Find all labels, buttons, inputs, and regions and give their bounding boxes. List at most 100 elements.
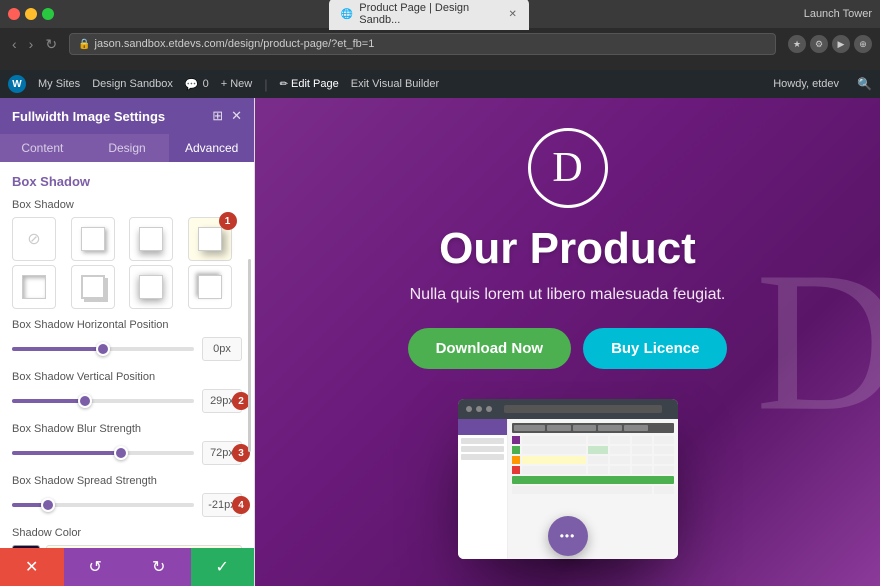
comment-item[interactable]: 💬 0 — [185, 78, 209, 91]
tab-advanced[interactable]: Advanced — [169, 134, 254, 162]
spread-thumb[interactable] — [41, 498, 55, 512]
vertical-thumb[interactable] — [78, 394, 92, 408]
url-text: jason.sandbox.etdevs.com/design/product-… — [95, 38, 375, 50]
forward-button[interactable]: › — [25, 34, 38, 54]
main-area: Fullwidth Image Settings ⊞ ✕ Content Des… — [0, 98, 880, 586]
save-icon: ✓ — [216, 557, 229, 577]
tab-content[interactable]: Content — [0, 134, 85, 162]
traffic-lights — [8, 8, 54, 20]
nav-buttons: ‹ › ↻ — [8, 34, 61, 55]
spread-slider-row: -21px 4 — [12, 493, 242, 517]
sidebar-header: Fullwidth Image Settings ⊞ ✕ — [0, 98, 254, 134]
shadow-preview-4 — [198, 227, 222, 251]
blur-slider-track — [12, 451, 194, 455]
licence-button[interactable]: Buy Licence — [583, 328, 727, 369]
horizontal-label: Box Shadow Horizontal Position — [12, 319, 242, 331]
shadow-preview-7 — [139, 275, 163, 299]
tab-design-label: Design — [108, 141, 145, 155]
shadow-option-8[interactable] — [188, 265, 232, 309]
preview-table-header — [512, 423, 674, 433]
preview-row-5 — [512, 486, 674, 494]
shadow-option-7[interactable] — [129, 265, 173, 309]
back-button[interactable]: ‹ — [8, 34, 21, 54]
tab-close-icon[interactable]: ✕ — [508, 9, 516, 20]
cancel-button[interactable]: ✕ — [0, 548, 64, 586]
preview-sidebar-mini — [458, 419, 508, 559]
minimize-button[interactable] — [25, 8, 37, 20]
pencil-icon: ✏ — [280, 79, 288, 90]
preview-sidebar-mini-header — [458, 419, 507, 435]
sidebar-content: Box Shadow Box Shadow ⊘ 1 — [0, 162, 254, 548]
tab-design[interactable]: Design — [85, 134, 170, 162]
shadow-option-1[interactable] — [71, 217, 115, 261]
refresh-button[interactable]: ↻ — [41, 34, 61, 55]
wp-logo: W — [8, 75, 26, 93]
horizontal-slider-track — [12, 347, 194, 351]
browser-icon-4[interactable]: ⊕ — [854, 35, 872, 53]
vertical-label: Box Shadow Vertical Position — [12, 371, 242, 383]
redo-icon: ↻ — [152, 557, 165, 577]
undo-icon: ↺ — [89, 557, 102, 577]
download-button[interactable]: Download Now — [408, 328, 572, 369]
vertical-slider-track — [12, 399, 194, 403]
tab-content-label: Content — [21, 141, 63, 155]
browser-icon-3[interactable]: ▶ — [832, 35, 850, 53]
spread-label: Box Shadow Spread Strength — [12, 475, 242, 487]
wp-logo-item[interactable]: W — [8, 75, 26, 93]
preview-row-2 — [512, 446, 674, 454]
tab-title: Product Page | Design Sandb... — [359, 2, 502, 26]
shadow-option-6[interactable] — [71, 265, 115, 309]
redo-button[interactable]: ↻ — [127, 548, 191, 586]
address-bar: ‹ › ↻ 🔒 jason.sandbox.etdevs.com/design/… — [0, 28, 880, 60]
preview-mini-row-1 — [461, 438, 504, 444]
spread-slider-track — [12, 503, 194, 507]
close-button[interactable] — [8, 8, 20, 20]
wp-admin-bar: W My Sites Design Sandbox 💬 0 + New | ✏ … — [0, 70, 880, 98]
maximize-button[interactable] — [42, 8, 54, 20]
edit-page-button[interactable]: ✏ Edit Page — [280, 78, 339, 90]
new-item[interactable]: + New — [221, 78, 253, 90]
product-subtitle: Nulla quis lorem ut libero malesuada feu… — [410, 286, 726, 304]
shadow-option-2[interactable] — [129, 217, 173, 261]
shadow-preview-5 — [22, 275, 46, 299]
browser-tab[interactable]: 🌐 Product Page | Design Sandb... ✕ — [329, 0, 529, 30]
preview-green-bar — [512, 476, 674, 484]
badge-4: 4 — [232, 496, 250, 514]
section-title: Box Shadow — [12, 174, 242, 189]
close-icon[interactable]: ✕ — [231, 108, 242, 124]
design-sandbox-item[interactable]: Design Sandbox — [92, 78, 173, 90]
shadow-option-none[interactable]: ⊘ — [12, 217, 56, 261]
title-bar: 🌐 Product Page | Design Sandb... ✕ Launc… — [0, 0, 880, 28]
shadow-preview-2 — [139, 227, 163, 251]
horizontal-thumb[interactable] — [96, 342, 110, 356]
howdy-label: Howdy, etdev — [773, 78, 839, 90]
shadow-option-5[interactable] — [12, 265, 56, 309]
cta-buttons: Download Now Buy Licence — [408, 328, 728, 369]
no-shadow-icon: ⊘ — [27, 229, 40, 249]
lock-icon: 🔒 — [78, 39, 90, 50]
color-swatch[interactable] — [12, 545, 40, 548]
my-sites-item[interactable]: My Sites — [38, 78, 80, 90]
comment-count: 0 — [203, 78, 209, 90]
horizontal-value[interactable]: 0px — [202, 337, 242, 361]
browser-icon-2[interactable]: ⚙ — [810, 35, 828, 53]
undo-button[interactable]: ↺ — [64, 548, 128, 586]
browser-icon-1[interactable]: ★ — [788, 35, 806, 53]
product-logo: D — [528, 128, 608, 208]
shadow-option-4[interactable]: 1 — [188, 217, 232, 261]
horizontal-slider-row: 0px — [12, 337, 242, 361]
bg-decoration: D — [756, 228, 880, 457]
url-bar[interactable]: 🔒 jason.sandbox.etdevs.com/design/produc… — [69, 33, 776, 55]
horizontal-fill — [12, 347, 103, 351]
settings-icon[interactable]: ⊞ — [212, 108, 223, 124]
fab-button[interactable]: ••• — [548, 516, 588, 556]
save-button[interactable]: ✓ — [191, 548, 255, 586]
preview-row-4 — [512, 466, 674, 474]
blur-thumb[interactable] — [114, 446, 128, 460]
preview-url-bar — [504, 405, 662, 413]
exit-visual-builder-item[interactable]: Exit Visual Builder — [351, 78, 439, 90]
preview-dot-1 — [466, 406, 472, 412]
scroll-indicator — [248, 259, 251, 452]
color-label[interactable]: Select Color — [46, 545, 242, 548]
search-icon[interactable]: 🔍 — [857, 77, 872, 91]
